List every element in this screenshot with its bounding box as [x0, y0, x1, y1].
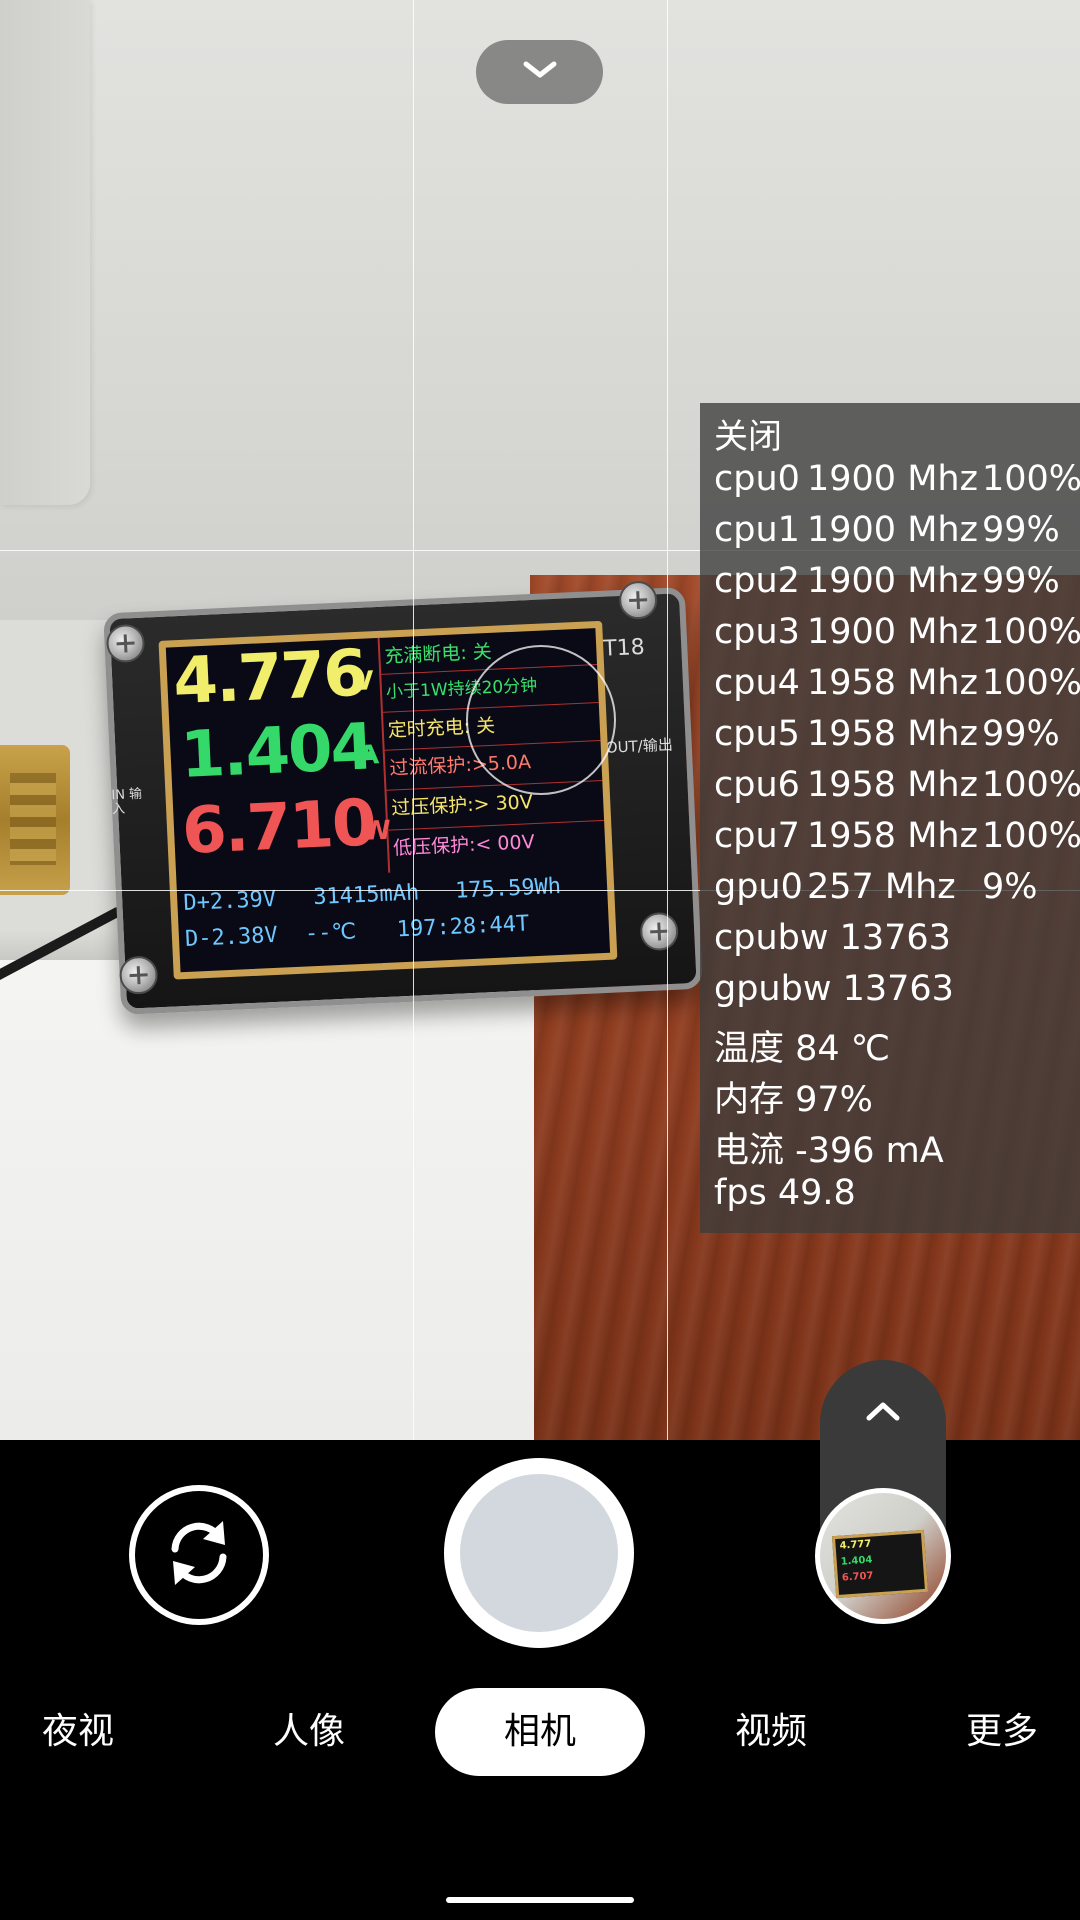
lcd-power-unit: W — [361, 815, 392, 847]
mode-more[interactable]: 更多 — [942, 1688, 1062, 1776]
shutter-inner — [460, 1474, 618, 1632]
gallery-thumbnail[interactable]: 4.777 1.404 6.707 — [815, 1488, 951, 1624]
grid-line — [413, 0, 414, 1440]
lcd-current-unit: A — [358, 740, 380, 771]
lcd-d-plus: D+2.39V — [182, 886, 277, 917]
collapse-settings-button[interactable] — [476, 40, 603, 104]
overlay-close-button[interactable]: 关闭 — [714, 409, 782, 458]
current-row: 电流 -396 mA — [714, 1131, 944, 1171]
thumbnail-image: 4.777 1.404 6.707 — [831, 1529, 929, 1599]
thumbnail-power: 6.707 — [841, 1570, 874, 1584]
grid-line — [667, 0, 668, 1440]
cpu-freq: 1900 Mhz — [807, 612, 978, 652]
cpu-freq: 1958 Mhz — [807, 765, 978, 805]
cpu-freq: 1958 Mhz — [807, 816, 978, 856]
camera-screen: T18 IN 输入 OUT/输出 4.776 V 1.404 A 6.710 W… — [0, 0, 1080, 1920]
focus-ring — [466, 645, 616, 795]
camera-switch-icon — [159, 1513, 239, 1597]
lcd-temperature: --℃ — [304, 919, 357, 947]
lcd-energy: 175.59Wh — [454, 873, 562, 904]
cpu-name: cpu7 — [714, 816, 800, 856]
screw-icon — [118, 955, 159, 996]
memory-row: 内存 97% — [714, 1080, 873, 1120]
cpu-name: cpu3 — [714, 612, 800, 652]
cpu-usage: 100% — [982, 612, 1080, 652]
cpu-row: cpu0 1900 Mhz 100% — [714, 459, 1080, 509]
cpu-usage: 100% — [982, 459, 1080, 499]
gpu-freq: 257 Mhz — [807, 867, 956, 907]
screw-icon — [618, 580, 658, 620]
background-panel — [0, 0, 90, 505]
cpu-name: cpu5 — [714, 714, 800, 754]
cpubw-row: cpubw 13763 — [714, 918, 951, 958]
fps-row: fps 49.8 — [714, 1173, 856, 1213]
thumbnail-current: 1.404 — [840, 1554, 873, 1568]
lcd-d-minus: D-2.38V — [184, 922, 279, 953]
mode-camera[interactable]: 相机 — [435, 1688, 645, 1776]
lcd-power: 6.710 — [180, 786, 377, 870]
white-paper — [0, 960, 534, 1440]
cpu-freq: 1958 Mhz — [807, 714, 978, 754]
usb-meter-device: T18 IN 输入 OUT/输出 4.776 V 1.404 A 6.710 W… — [103, 580, 703, 1015]
meter-model-label: T18 — [602, 634, 646, 662]
thumbnail-voltage: 4.777 — [839, 1538, 872, 1552]
cpu-usage: 99% — [982, 510, 1060, 550]
cpu-usage: 100% — [982, 765, 1080, 805]
cpu-name: cpu0 — [714, 459, 800, 499]
performance-overlay: 关闭 cpu0 1900 Mhz 100% cpu1 1900 Mhz 99% … — [700, 403, 1080, 1233]
cpu-usage: 99% — [982, 561, 1060, 601]
lcd-time: 197:28:44T — [396, 911, 530, 943]
gpu-usage: 9% — [982, 867, 1038, 907]
gpu-row: gpu0 257 Mhz 9% — [714, 867, 1080, 917]
switch-camera-button[interactable] — [129, 1485, 269, 1625]
mode-video[interactable]: 视频 — [711, 1688, 831, 1776]
cpu-freq: 1900 Mhz — [807, 561, 978, 601]
chevron-up-icon — [863, 1398, 903, 1428]
cpu-name: cpu2 — [714, 561, 800, 601]
mode-selector: 夜视 人像 相机 视频 更多 — [0, 1688, 1080, 1776]
lcd-voltage-unit: V — [352, 666, 375, 698]
cpu-row: cpu2 1900 Mhz 99% — [714, 561, 1080, 611]
cpu-name: cpu1 — [714, 510, 800, 550]
lcd-setting-1: 充满断电: 关 — [383, 640, 493, 668]
cpu-row: cpu6 1958 Mhz 100% — [714, 765, 1080, 815]
temperature-row: 温度 84 ℃ — [714, 1029, 891, 1069]
gpubw-row: gpubw 13763 — [714, 969, 954, 1009]
cpu-name: cpu4 — [714, 663, 800, 703]
meter-out-label: OUT/输出 — [605, 735, 674, 757]
lcd-capacity: 31415mAh — [312, 880, 420, 911]
lcd-voltage: 4.776 — [171, 636, 368, 720]
cpu-usage: 99% — [982, 714, 1060, 754]
meter-in-label: IN 输入 — [111, 786, 143, 818]
cpu-usage: 100% — [982, 663, 1080, 703]
cpu-row: cpu4 1958 Mhz 100% — [714, 663, 1080, 713]
screw-icon — [105, 623, 146, 664]
shutter-button[interactable] — [444, 1458, 634, 1648]
cpu-freq: 1900 Mhz — [807, 459, 978, 499]
cpu-row: cpu3 1900 Mhz 100% — [714, 612, 1080, 662]
cpu-freq: 1900 Mhz — [807, 510, 978, 550]
cpu-usage: 100% — [982, 816, 1080, 856]
mode-night[interactable]: 夜视 — [18, 1688, 138, 1776]
lcd-current: 1.404 — [179, 710, 375, 793]
cpu-row: cpu1 1900 Mhz 99% — [714, 510, 1080, 560]
mode-portrait[interactable]: 人像 — [249, 1688, 369, 1776]
gpu-name: gpu0 — [714, 867, 803, 907]
screw-icon — [639, 911, 680, 952]
home-indicator[interactable] — [446, 1897, 634, 1903]
usb-plug — [0, 745, 70, 895]
cpu-row: cpu5 1958 Mhz 99% — [714, 714, 1080, 764]
cpu-name: cpu6 — [714, 765, 800, 805]
chevron-down-icon — [520, 59, 560, 85]
cpu-row: cpu7 1958 Mhz 100% — [714, 816, 1080, 866]
cpu-freq: 1958 Mhz — [807, 663, 978, 703]
